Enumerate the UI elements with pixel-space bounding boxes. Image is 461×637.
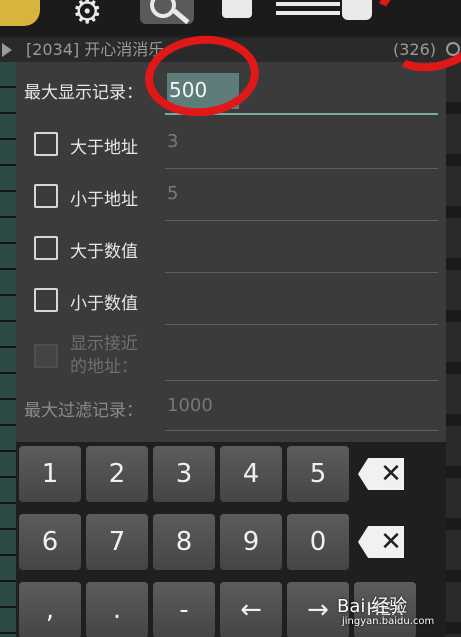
gg-icon[interactable] (0, 0, 40, 26)
app-screen: { "toolbar": { "icons": ["gg-icon", "gea… (0, 0, 461, 637)
key-8[interactable]: 8 (153, 514, 215, 570)
max-records-label: 最大显示记录： (24, 83, 143, 103)
close-icon: ✕ (380, 459, 402, 489)
field-underline (165, 220, 438, 221)
checkbox-near-address (34, 344, 58, 368)
checkbox-greater-value[interactable] (34, 236, 58, 260)
checkbox-less-address[interactable] (34, 184, 58, 208)
field-underline (165, 430, 438, 431)
clear-key[interactable]: ✕ (350, 514, 412, 570)
field-underline (165, 324, 438, 325)
greater-address-value[interactable]: 3 (167, 131, 178, 152)
checkbox-label: 大于地址 (70, 138, 138, 158)
android-icon[interactable] (342, 0, 372, 20)
key-7[interactable]: 7 (86, 514, 148, 570)
less-address-value[interactable]: 5 (167, 183, 178, 204)
play-icon[interactable] (2, 43, 12, 57)
checkbox-label: 大于数值 (70, 242, 138, 262)
key-0[interactable]: 0 (287, 514, 349, 570)
field-underline (165, 168, 438, 169)
backspace-key[interactable]: ✕ (350, 446, 412, 502)
field-underline (165, 380, 438, 381)
near-address-label-line1: 显示接近 (70, 334, 138, 354)
checkbox-greater-address[interactable] (34, 132, 58, 156)
baidu-watermark: Bai 经验 jingyan.baidu.com (337, 592, 434, 627)
key-6[interactable]: 6 (19, 514, 81, 570)
gear-icon[interactable]: ⚙ (72, 0, 102, 29)
key-3[interactable]: 3 (153, 446, 215, 502)
key-dot[interactable]: . (86, 582, 148, 637)
key-left[interactable]: ← (220, 582, 282, 637)
key-9[interactable]: 9 (220, 514, 282, 570)
checkbox-label: 小于数值 (70, 294, 138, 314)
watermark-url: jingyan.baidu.com (342, 616, 435, 627)
key-2[interactable]: 2 (86, 446, 148, 502)
key-4[interactable]: 4 (220, 446, 282, 502)
list-icon[interactable] (276, 2, 340, 22)
key-5[interactable]: 5 (287, 446, 349, 502)
key-comma[interactable]: , (19, 582, 81, 637)
checkbox-label: 小于地址 (70, 190, 138, 210)
right-list-background (446, 62, 461, 637)
close-icon: ✕ (380, 527, 402, 557)
field-underline (165, 272, 438, 273)
watermark-text: Bai 经验 (337, 596, 408, 617)
checkbox-less-value[interactable] (34, 288, 58, 312)
max-filter-value[interactable]: 1000 (167, 395, 213, 416)
key-1[interactable]: 1 (19, 446, 81, 502)
key-minus[interactable]: - (153, 582, 215, 637)
max-filter-label: 最大过滤记录： (24, 401, 143, 421)
near-address-label-line2: 的地址： (70, 357, 138, 377)
process-title: [2034] 开心消消乐 (26, 40, 165, 59)
camera-icon[interactable] (222, 0, 252, 18)
